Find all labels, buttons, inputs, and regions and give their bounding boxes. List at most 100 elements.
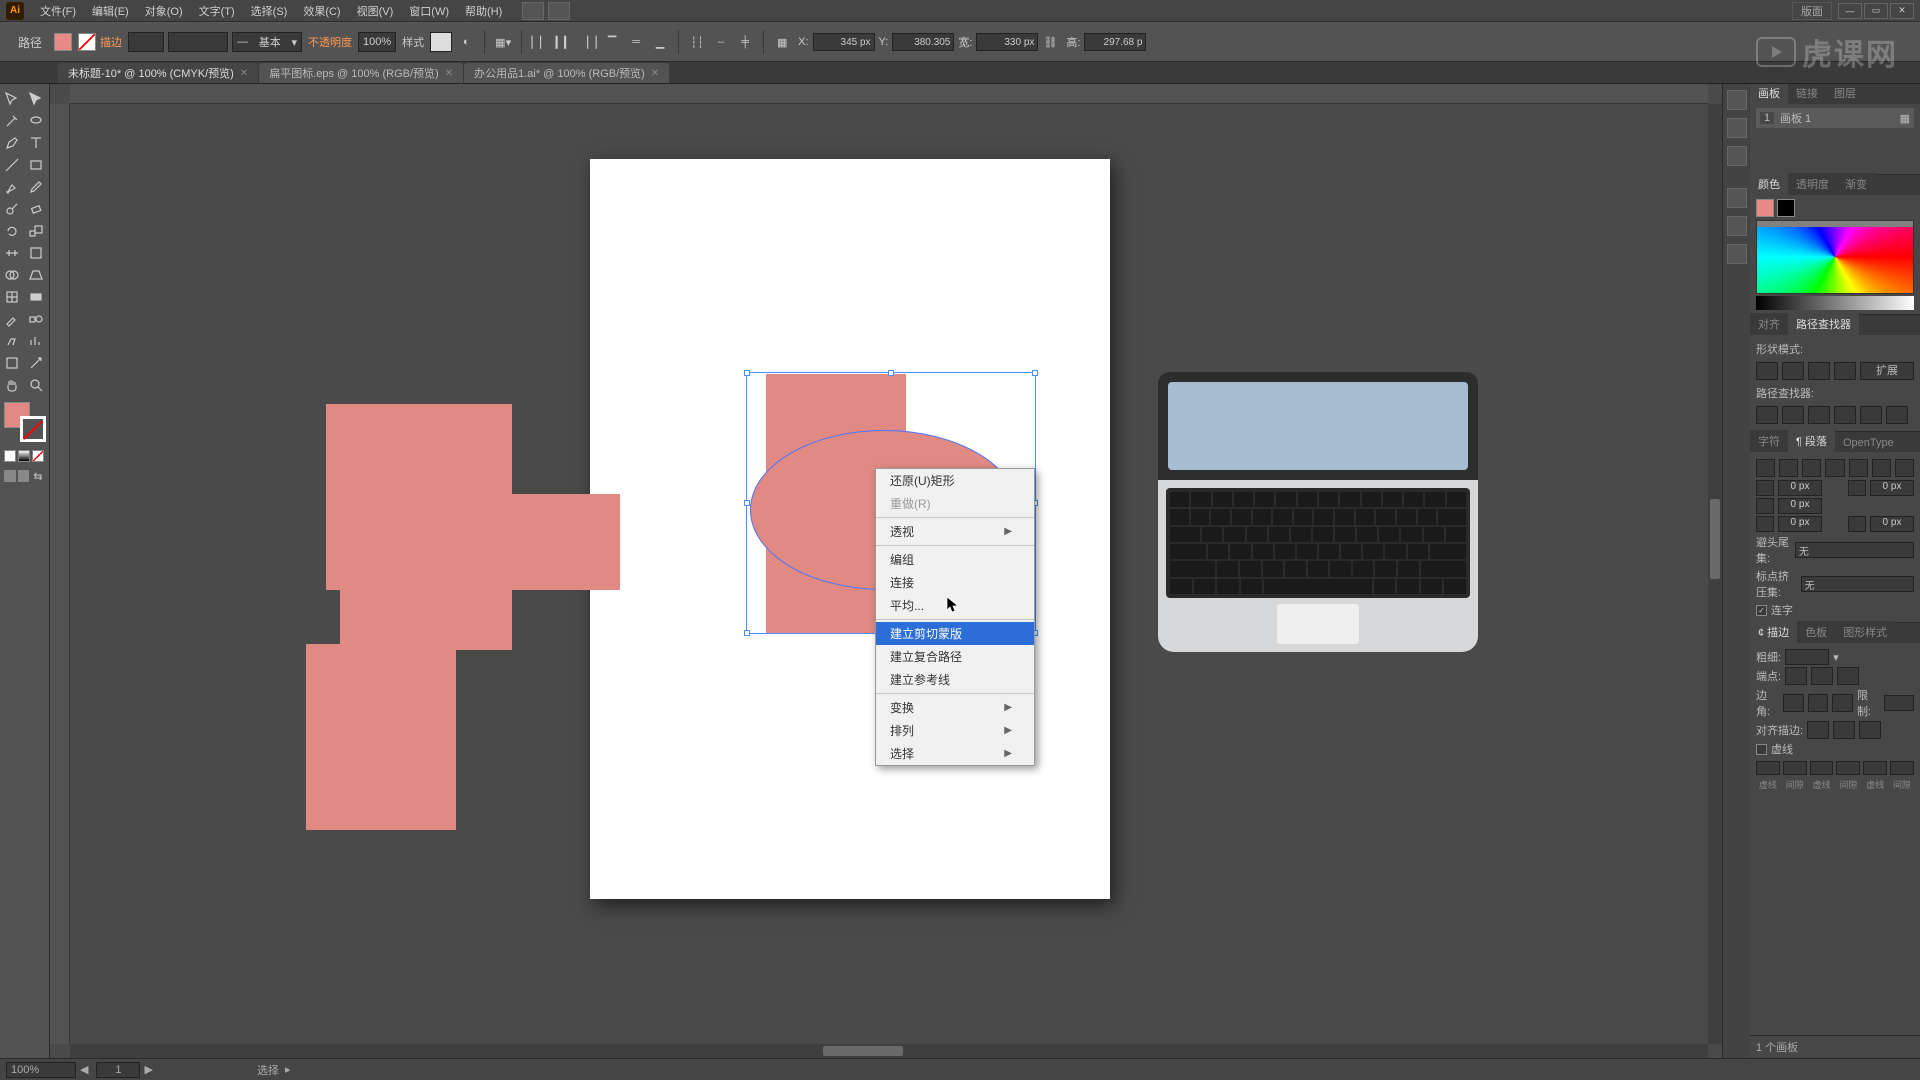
stroke-color-box[interactable] bbox=[20, 416, 46, 442]
close-icon[interactable]: ✕ bbox=[240, 68, 248, 79]
blob-brush-tool[interactable] bbox=[0, 198, 24, 220]
pf-expand[interactable]: 扩展 bbox=[1860, 362, 1914, 380]
color-mode-solid[interactable] bbox=[4, 450, 16, 462]
brush-definition[interactable]: —基本▾ bbox=[232, 32, 302, 52]
symbol-sprayer-tool[interactable] bbox=[0, 330, 24, 352]
type-tool[interactable] bbox=[24, 132, 48, 154]
document-tab[interactable]: 扁平图标.eps @ 100% (RGB/预览)✕ bbox=[259, 63, 463, 83]
y-value[interactable]: 380.305 bbox=[892, 33, 954, 51]
color-stroke-swatch[interactable] bbox=[1777, 199, 1795, 217]
tab-align[interactable]: 对齐 bbox=[1750, 313, 1788, 335]
hyphenate-checkbox[interactable]: ✓连字 bbox=[1756, 602, 1914, 618]
corner-round[interactable] bbox=[1808, 694, 1829, 712]
menu-select[interactable]: 选择(S) bbox=[243, 3, 296, 19]
kinsoku-select[interactable]: 无 bbox=[1795, 542, 1914, 558]
pen-tool[interactable] bbox=[0, 132, 24, 154]
shape-builder-tool[interactable] bbox=[0, 264, 24, 286]
h-value[interactable]: 297.68 p bbox=[1084, 33, 1146, 51]
miter-limit-input[interactable] bbox=[1884, 695, 1914, 711]
align-stroke-inside[interactable] bbox=[1833, 721, 1855, 739]
perspective-grid-tool[interactable] bbox=[24, 264, 48, 286]
graphic-style-swatch[interactable] bbox=[430, 32, 452, 52]
tab-graphic-styles[interactable]: 图形样式 bbox=[1835, 621, 1895, 643]
ctx-transform[interactable]: 变换▶ bbox=[876, 696, 1034, 719]
ctx-perspective[interactable]: 透视▶ bbox=[876, 520, 1034, 543]
weight-input[interactable] bbox=[1785, 649, 1829, 665]
gap-field[interactable] bbox=[1783, 761, 1807, 775]
line-tool[interactable] bbox=[0, 154, 24, 176]
menu-view[interactable]: 视图(V) bbox=[349, 3, 402, 19]
tab-gradient[interactable]: 渐变 bbox=[1837, 173, 1875, 195]
artboard-next[interactable]: ▶ bbox=[140, 1063, 156, 1076]
pf-unite[interactable] bbox=[1756, 362, 1778, 380]
menu-edit[interactable]: 编辑(E) bbox=[84, 3, 137, 19]
align-hcenter-icon[interactable]: ▎▎ bbox=[553, 32, 575, 52]
x-value[interactable]: 345 px bbox=[813, 33, 875, 51]
scale-tool[interactable] bbox=[24, 220, 48, 242]
selection-tool[interactable] bbox=[0, 88, 24, 110]
mini-panel-icon[interactable] bbox=[1727, 188, 1747, 208]
tab-color[interactable]: 颜色 bbox=[1750, 173, 1788, 195]
pencil-tool[interactable] bbox=[24, 176, 48, 198]
canvas[interactable]: 还原(U)矩形 重做(R) 透视▶ 编组 连接 平均... 建立剪切蒙版 建立复… bbox=[70, 104, 1708, 1044]
eyedropper-tool[interactable] bbox=[0, 308, 24, 330]
window-minimize[interactable]: — bbox=[1838, 3, 1862, 19]
align-bottom-icon[interactable]: ▁ bbox=[649, 32, 671, 52]
window-maximize[interactable]: ▭ bbox=[1864, 3, 1888, 19]
align-left-icon[interactable]: ▏▏ bbox=[529, 32, 551, 52]
workspace-switcher[interactable]: 版面 bbox=[1792, 2, 1832, 20]
space-before-value[interactable]: 0 px bbox=[1778, 516, 1822, 532]
fill-swatch[interactable] bbox=[54, 33, 72, 51]
mesh-tool[interactable] bbox=[0, 286, 24, 308]
ruler-vertical[interactable] bbox=[50, 104, 70, 1044]
lasso-tool[interactable] bbox=[24, 110, 48, 132]
screen-mode-full[interactable] bbox=[18, 470, 30, 482]
window-close[interactable]: ✕ bbox=[1890, 3, 1914, 19]
artboard-prev[interactable]: ◀ bbox=[76, 1063, 92, 1076]
menu-window[interactable]: 窗口(W) bbox=[401, 3, 457, 19]
align-top-icon[interactable]: ▔ bbox=[601, 32, 623, 52]
corner-miter[interactable] bbox=[1783, 694, 1804, 712]
align-vcenter-icon[interactable]: ═ bbox=[625, 32, 647, 52]
gradient-tool[interactable] bbox=[24, 286, 48, 308]
mini-panel-icon[interactable] bbox=[1727, 146, 1747, 166]
ctx-arrange[interactable]: 排列▶ bbox=[876, 719, 1034, 742]
align-right-btn[interactable] bbox=[1802, 459, 1821, 477]
link-wh-icon[interactable]: ⛓ bbox=[1039, 32, 1061, 52]
slice-tool[interactable] bbox=[24, 352, 48, 374]
menu-file[interactable]: 文件(F) bbox=[32, 3, 84, 19]
justify-right-btn[interactable] bbox=[1872, 459, 1891, 477]
color-mode-gradient[interactable] bbox=[18, 450, 30, 462]
blend-tool[interactable] bbox=[24, 308, 48, 330]
direct-selection-tool[interactable] bbox=[24, 88, 48, 110]
document-tab[interactable]: 办公用品1.ai* @ 100% (RGB/预览)✕ bbox=[464, 63, 669, 83]
width-tool[interactable] bbox=[0, 242, 24, 264]
ctx-undo[interactable]: 还原(U)矩形 bbox=[876, 469, 1034, 492]
pf-minus-front[interactable] bbox=[1782, 362, 1804, 380]
tab-transparency[interactable]: 透明度 bbox=[1788, 173, 1837, 195]
justify-all-btn[interactable] bbox=[1895, 459, 1914, 477]
stroke-swatch[interactable] bbox=[78, 33, 96, 51]
tab-stroke[interactable]: ¢ 描边 bbox=[1750, 621, 1797, 643]
scrollbar-horizontal[interactable] bbox=[70, 1044, 1708, 1058]
pf-outline[interactable] bbox=[1860, 406, 1882, 424]
pf-merge[interactable] bbox=[1808, 406, 1830, 424]
rectangle-tool[interactable] bbox=[24, 154, 48, 176]
pf-crop[interactable] bbox=[1834, 406, 1856, 424]
justify-left-btn[interactable] bbox=[1825, 459, 1844, 477]
transform-panel-icon[interactable]: ▦ bbox=[771, 32, 793, 52]
mini-panel-icon[interactable] bbox=[1727, 90, 1747, 110]
close-icon[interactable]: ✕ bbox=[651, 68, 659, 79]
ruler-horizontal[interactable] bbox=[70, 84, 1708, 104]
ctx-select[interactable]: 选择▶ bbox=[876, 742, 1034, 765]
variable-width-profile[interactable] bbox=[168, 32, 228, 52]
pf-trim[interactable] bbox=[1782, 406, 1804, 424]
close-icon[interactable]: ✕ bbox=[445, 68, 453, 79]
space-after-value[interactable]: 0 px bbox=[1870, 516, 1914, 532]
corner-bevel[interactable] bbox=[1832, 694, 1853, 712]
cap-projecting[interactable] bbox=[1837, 667, 1859, 685]
layout-icon-2[interactable] bbox=[548, 2, 570, 20]
dash-field[interactable] bbox=[1863, 761, 1887, 775]
align-left-btn[interactable] bbox=[1756, 459, 1775, 477]
color-spectrum[interactable] bbox=[1756, 220, 1914, 294]
